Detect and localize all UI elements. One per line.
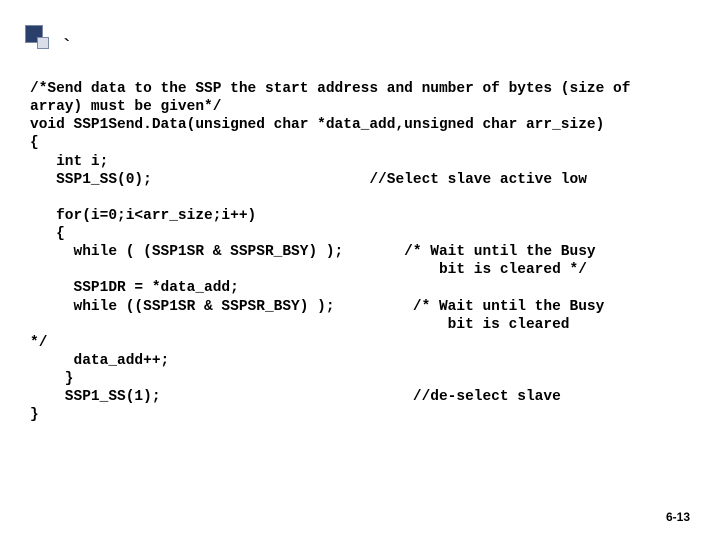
bullet-square-small xyxy=(37,37,49,49)
title-bullet-row: ` xyxy=(30,30,690,60)
backtick-mark: ` xyxy=(60,35,73,63)
page-number: 6-13 xyxy=(666,510,690,525)
code-block: /*Send data to the SSP the start address… xyxy=(30,80,690,424)
bullet-icon xyxy=(25,25,53,53)
slide-page: ` /*Send data to the SSP the start addre… xyxy=(0,0,720,540)
